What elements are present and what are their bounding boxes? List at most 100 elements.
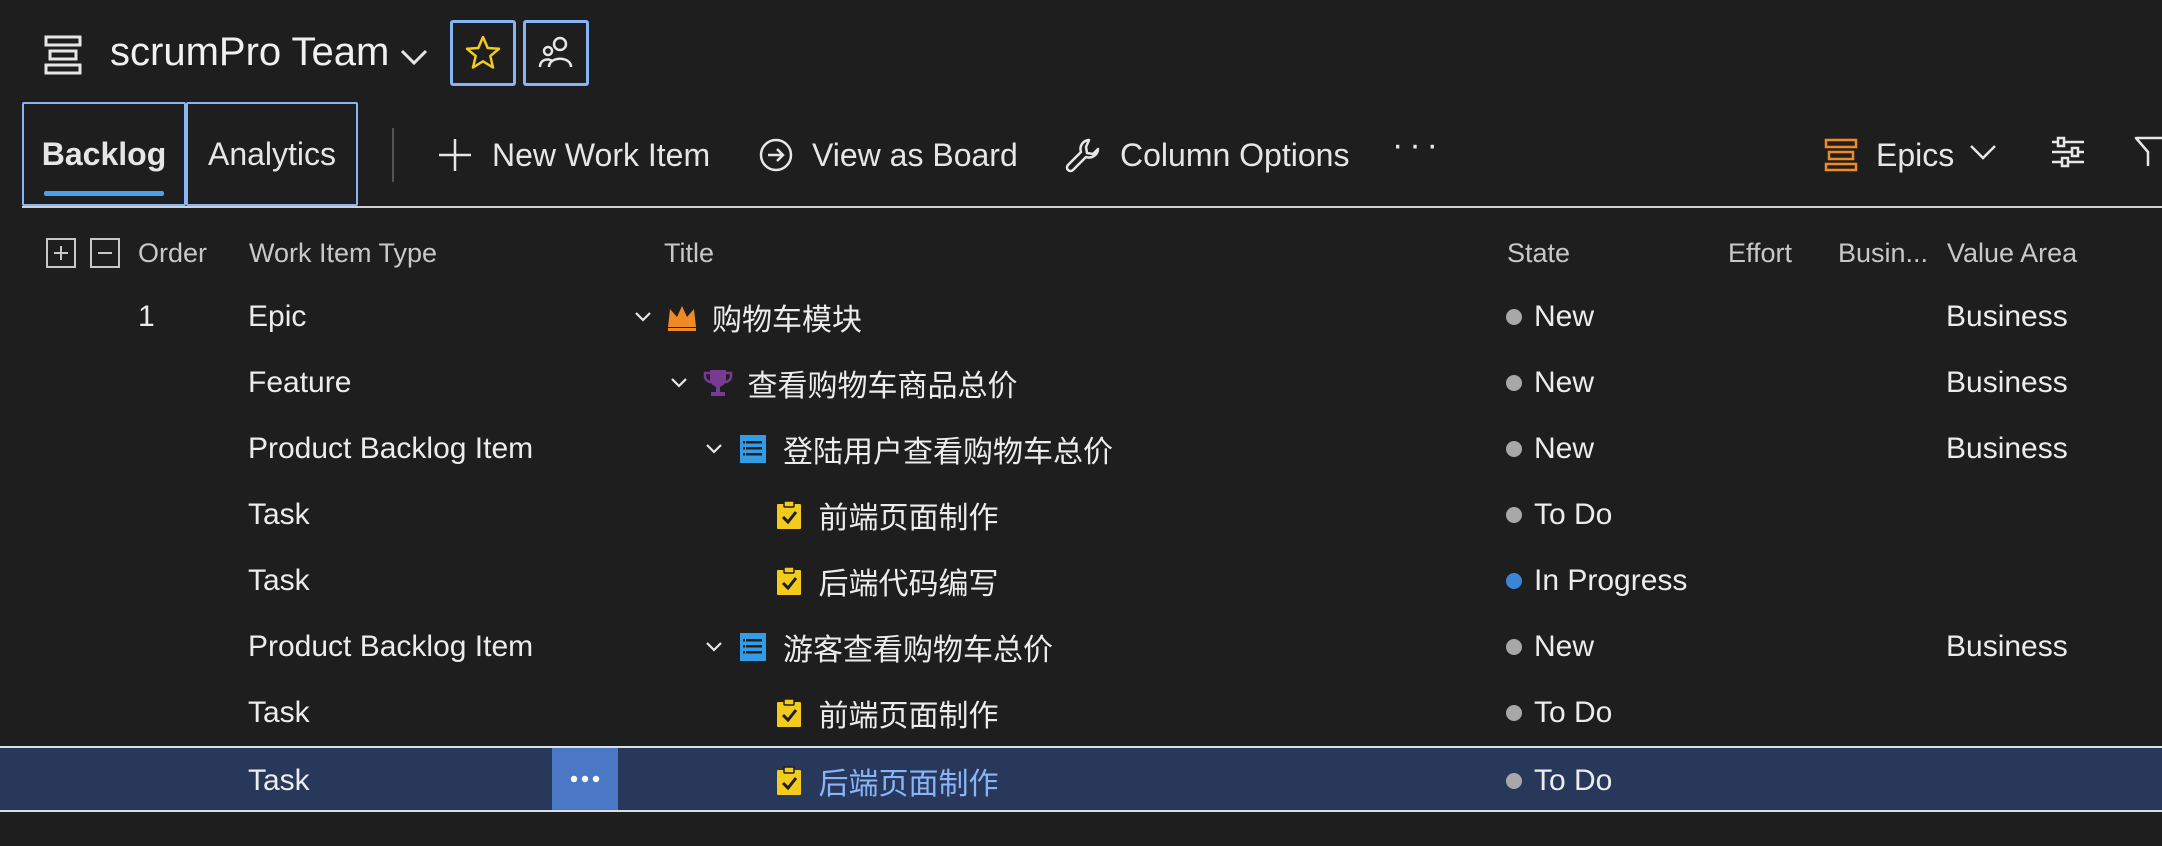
backlog-level-icon — [1824, 138, 1858, 172]
column-header-work-item-type[interactable]: Work Item Type — [249, 238, 437, 269]
column-header-effort[interactable]: Effort — [1728, 238, 1792, 269]
chevron-down-icon[interactable] — [1968, 142, 1998, 162]
collapse-all-button[interactable] — [90, 238, 120, 268]
star-icon — [465, 35, 501, 69]
column-header-order[interactable]: Order — [138, 238, 207, 269]
row-state: New — [1506, 350, 1594, 416]
work-item-title-link[interactable]: 前端页面制作 — [819, 691, 999, 735]
row-state-label: New — [1534, 366, 1595, 399]
state-dot-icon — [1506, 309, 1522, 325]
pbi-icon — [740, 435, 766, 463]
task-icon — [776, 566, 801, 595]
toolbar-divider-line — [22, 206, 2162, 208]
state-dot-icon — [1506, 375, 1522, 391]
state-dot-icon — [1506, 773, 1522, 789]
team-name[interactable]: scrumPro Team — [110, 30, 389, 75]
task-icon — [776, 698, 801, 727]
row-state-label: New — [1534, 630, 1595, 663]
backlog-icon — [44, 35, 82, 75]
row-state-label: New — [1534, 300, 1595, 333]
work-item-title-link[interactable]: 查看购物车商品总价 — [748, 361, 1018, 405]
row-value-area: Business — [1946, 300, 2068, 333]
expand-all-button[interactable] — [46, 238, 76, 268]
row-context-menu-button[interactable] — [552, 748, 618, 810]
row-state: New — [1506, 416, 1594, 482]
column-header-state[interactable]: State — [1507, 238, 1570, 269]
backlog-level-selector[interactable]: Epics — [1824, 130, 1954, 180]
tab-selected-indicator — [44, 191, 164, 196]
table-row[interactable]: Task 后端页面制作 To Do — [0, 746, 2162, 812]
plus-icon — [439, 139, 471, 171]
row-state: To Do — [1506, 482, 1612, 548]
new-work-item-label: New Work Item — [492, 136, 711, 173]
table-row[interactable]: Feature 查看购物车商品总价 New Business — [0, 350, 2162, 416]
team-members-button[interactable] — [523, 20, 589, 86]
tab-analytics-label: Analytics — [207, 135, 337, 172]
view-as-board-label: View as Board — [812, 136, 1018, 173]
task-icon — [776, 766, 801, 795]
view-as-board-button[interactable]: View as Board — [758, 130, 1018, 180]
work-item-title-link[interactable]: 购物车模块 — [712, 295, 862, 339]
row-state: In Progress — [1506, 548, 1687, 614]
row-state-label: To Do — [1534, 696, 1613, 729]
work-item-title-link[interactable]: 后端代码编写 — [819, 559, 999, 603]
chevron-down-icon[interactable] — [630, 304, 656, 330]
table-row[interactable]: Task 前端页面制作 To Do — [0, 680, 2162, 746]
row-state: New — [1506, 614, 1594, 680]
row-state: New — [1506, 284, 1594, 350]
row-title-cell: 查看购物车商品总价 — [666, 350, 1018, 416]
row-work-item-type: Product Backlog Item — [248, 630, 534, 663]
work-item-title-link[interactable]: 登陆用户查看购物车总价 — [783, 427, 1113, 471]
row-work-item-type: Task — [248, 696, 310, 729]
tab-analytics[interactable]: Analytics — [186, 102, 358, 206]
row-title-cell: 购物车模块 — [630, 284, 862, 350]
column-options-button[interactable]: Column Options — [1064, 130, 1349, 180]
row-title-cell: 登陆用户查看购物车总价 — [701, 416, 1113, 482]
new-work-item-button[interactable]: New Work Item — [436, 130, 710, 180]
team-chevron-down-icon[interactable] — [398, 46, 430, 68]
column-header-business-value[interactable]: Busin... — [1838, 238, 1928, 269]
more-actions-button[interactable]: ··· — [1392, 126, 1444, 165]
more-horizontal-icon — [570, 775, 600, 783]
table-row[interactable]: Product Backlog Item 游客查看购物车总价 New Business — [0, 614, 2162, 680]
row-work-item-type: Epic — [248, 300, 307, 333]
chevron-down-icon[interactable] — [666, 370, 692, 396]
chevron-down-icon[interactable] — [701, 436, 727, 462]
row-title-cell: 后端页面制作 — [737, 748, 999, 814]
row-state: To Do — [1506, 680, 1612, 746]
row-work-item-type: Feature — [248, 366, 352, 399]
row-state: To Do — [1506, 748, 1612, 814]
column-header-title[interactable]: Title — [664, 238, 714, 269]
column-options-label: Column Options — [1120, 136, 1350, 173]
row-title-cell: 游客查看购物车总价 — [701, 614, 1053, 680]
table-row[interactable]: 1 Epic 购物车模块 New Business — [0, 284, 2162, 350]
tab-backlog-label: Backlog — [41, 135, 167, 172]
row-work-item-type: Task — [248, 498, 310, 531]
column-header-value-area[interactable]: Value Area — [1947, 238, 2077, 269]
people-icon — [538, 36, 573, 68]
wrench-icon — [1065, 138, 1100, 173]
favorite-button[interactable] — [450, 20, 516, 86]
row-value-area: Business — [1946, 630, 2068, 663]
state-dot-icon — [1506, 705, 1522, 721]
row-title-cell: 前端页面制作 — [737, 680, 999, 746]
state-dot-icon — [1506, 507, 1522, 523]
trophy-icon — [703, 370, 732, 396]
filter-icon[interactable] — [2134, 134, 2162, 170]
minus-box-icon — [98, 252, 112, 254]
toolbar-divider — [392, 128, 394, 182]
view-options-icon[interactable] — [2050, 134, 2086, 170]
row-state-label: New — [1534, 432, 1595, 465]
chevron-down-icon[interactable] — [701, 634, 727, 660]
table-row[interactable]: Task 后端代码编写 In Progress — [0, 548, 2162, 614]
table-row[interactable]: Task 前端页面制作 To Do — [0, 482, 2162, 548]
row-state-label: To Do — [1534, 498, 1613, 531]
work-item-title-link[interactable]: 后端页面制作 — [819, 759, 999, 803]
table-row[interactable]: Product Backlog Item 登陆用户查看购物车总价 New Busine… — [0, 416, 2162, 482]
work-item-title-link[interactable]: 游客查看购物车总价 — [783, 625, 1053, 669]
work-item-title-link[interactable]: 前端页面制作 — [819, 493, 999, 537]
task-icon — [776, 500, 801, 529]
row-title-cell: 后端代码编写 — [737, 548, 999, 614]
tab-backlog[interactable]: Backlog — [22, 102, 186, 206]
state-dot-icon — [1506, 573, 1522, 589]
